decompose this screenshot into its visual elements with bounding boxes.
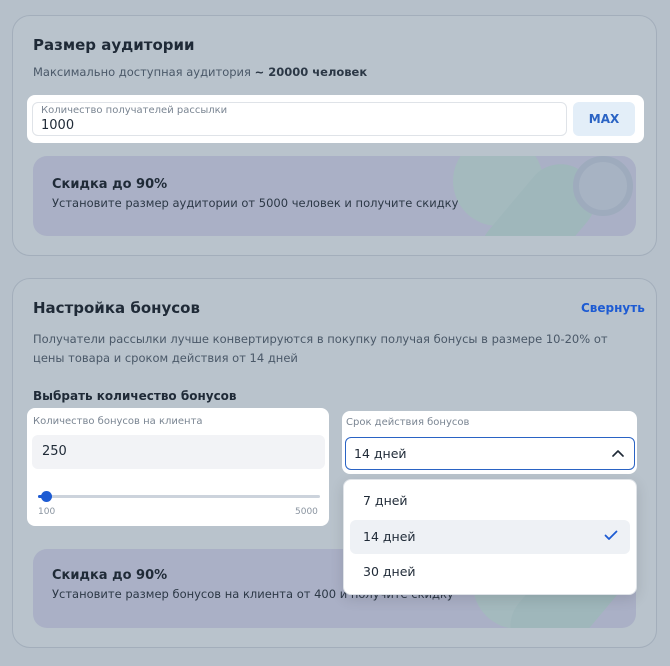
option-label: 30 дней	[363, 564, 416, 579]
max-button[interactable]: MAX	[573, 102, 635, 136]
bonus-slider-track[interactable]	[38, 495, 320, 498]
validity-selected-value: 14 дней	[354, 446, 407, 461]
bonus-slider-handle[interactable]	[41, 491, 53, 502]
bonus-promo-title: Скидка до 90%	[52, 568, 168, 583]
checkmark-icon	[604, 530, 618, 540]
audience-subtitle-prefix: Максимально доступная аудитория	[33, 65, 251, 79]
validity-panel: Срок действия бонусов 14 дней	[342, 411, 637, 474]
option-label: 14 дней	[363, 529, 416, 544]
chevron-up-icon	[612, 450, 624, 457]
bonus-amount-panel: Количество бонусов на клиента 250 100 50…	[27, 408, 329, 526]
audience-subtitle: Максимально доступная аудитория ~ 20000 …	[33, 63, 367, 82]
bonus-amount-input[interactable]: 250	[42, 444, 67, 459]
slider-max-label: 5000	[295, 507, 318, 517]
choose-bonus-label: Выбрать количество бонусов	[33, 389, 237, 403]
recipients-panel: Количество получателей рассылки 1000 MAX	[27, 95, 644, 143]
option-label: 7 дней	[363, 493, 408, 508]
slider-min-label: 100	[38, 507, 56, 517]
validity-option-30[interactable]: 30 дней	[350, 555, 630, 589]
audience-promo-text: Установите размер аудитории от 5000 чело…	[52, 196, 459, 210]
recipients-field[interactable]: Количество получателей рассылки 1000	[32, 102, 567, 136]
bonus-description: Получатели рассылки лучше конвертируются…	[33, 332, 608, 365]
bonus-amount-label: Количество бонусов на клиента	[33, 416, 203, 427]
audience-promo-banner: Скидка до 90% Установите размер аудитори…	[33, 156, 636, 236]
bonus-card: Настройка бонусов Свернуть Получатели ра…	[12, 278, 657, 648]
bonus-title: Настройка бонусов	[33, 299, 200, 317]
validity-select[interactable]: 14 дней	[345, 437, 635, 470]
coin-icon	[573, 156, 633, 216]
validity-dropdown: 7 дней 14 дней 30 дней	[343, 479, 637, 595]
audience-card: Размер аудитории Максимально доступная а…	[12, 15, 657, 256]
recipients-label: Количество получателей рассылки	[41, 105, 228, 116]
recipients-input[interactable]: 1000	[41, 118, 74, 133]
validity-option-14[interactable]: 14 дней	[350, 520, 630, 554]
validity-label: Срок действия бонусов	[346, 417, 470, 428]
audience-promo-title: Скидка до 90%	[52, 177, 168, 192]
validity-option-7[interactable]: 7 дней	[350, 484, 630, 518]
collapse-link[interactable]: Свернуть	[581, 301, 645, 315]
audience-title: Размер аудитории	[33, 36, 195, 54]
bonus-amount-field[interactable]: 250	[32, 435, 325, 469]
audience-max-value: ~ 20000 человек	[254, 65, 368, 79]
